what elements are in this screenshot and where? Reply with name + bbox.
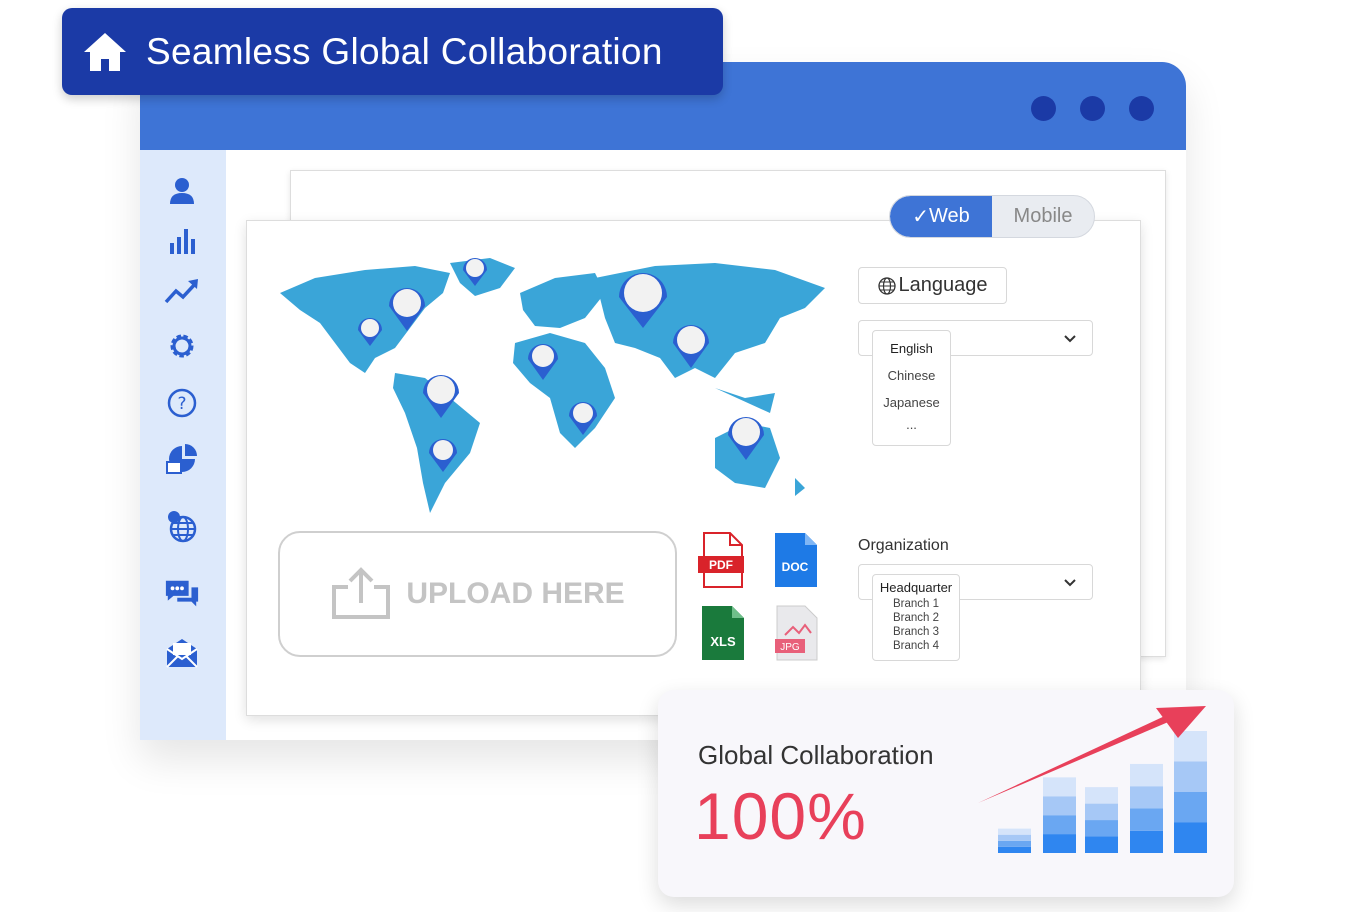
- language-option[interactable]: Japanese: [873, 395, 950, 417]
- svg-text:DOC: DOC: [782, 560, 809, 574]
- window-dot[interactable]: [1080, 96, 1105, 121]
- organization-option[interactable]: Headquarter: [873, 580, 959, 598]
- stat-card: Global Collaboration 100%: [658, 690, 1234, 897]
- sidebar: ?: [140, 150, 226, 740]
- svg-text:PDF: PDF: [709, 558, 733, 572]
- title-banner: Seamless Global Collaboration: [62, 8, 723, 95]
- toggle-mobile[interactable]: Mobile: [992, 196, 1094, 237]
- upload-icon: [332, 567, 391, 619]
- organization-option[interactable]: Branch 1: [873, 598, 959, 612]
- chart-bar: [1174, 731, 1207, 853]
- chart-bar: [1130, 763, 1163, 853]
- banner-title: Seamless Global Collaboration: [146, 30, 663, 72]
- stat-title: Global Collaboration: [698, 740, 934, 770]
- stat-value: 100%: [694, 779, 867, 853]
- doc-file-icon[interactable]: DOC: [773, 532, 819, 588]
- mail-icon[interactable]: [164, 634, 200, 670]
- window-dot[interactable]: [1031, 96, 1056, 121]
- svg-text:?: ?: [177, 394, 186, 414]
- jpg-file-icon[interactable]: JPG: [773, 605, 819, 661]
- upload-dropzone[interactable]: UPLOAD HERE: [278, 531, 677, 657]
- map-africa: [513, 333, 615, 448]
- bar-chart-icon[interactable]: [164, 223, 200, 259]
- pie-chart-icon[interactable]: [164, 441, 200, 477]
- xls-file-icon[interactable]: XLS: [700, 605, 746, 661]
- check-icon: ✓: [912, 206, 929, 228]
- language-button[interactable]: Language: [858, 267, 1007, 304]
- pdf-file-icon[interactable]: PDF: [698, 532, 744, 588]
- svg-text:JPG: JPG: [780, 642, 800, 653]
- chat-icon[interactable]: [164, 576, 200, 612]
- chevron-down-icon: [1064, 335, 1076, 343]
- trend-up-icon[interactable]: [164, 273, 200, 309]
- organization-option[interactable]: Branch 3: [873, 626, 959, 640]
- chart-bar: [1043, 777, 1076, 853]
- chart-bar: [1085, 787, 1118, 853]
- home-icon: [84, 32, 126, 71]
- view-toggle[interactable]: ✓ Web Mobile: [889, 195, 1095, 238]
- language-option[interactable]: ...: [873, 417, 950, 432]
- globe-icon: [877, 276, 896, 295]
- toggle-web[interactable]: ✓ Web: [890, 196, 992, 237]
- gear-icon[interactable]: [164, 328, 200, 364]
- map-indonesia: [715, 388, 775, 413]
- organization-dropdown-list: Headquarter Branch 1 Branch 2 Branch 3 B…: [872, 574, 960, 661]
- globe-network-icon[interactable]: [164, 508, 200, 544]
- language-option[interactable]: Chinese: [873, 368, 950, 395]
- svg-text:XLS: XLS: [710, 634, 736, 649]
- user-icon[interactable]: [164, 173, 200, 209]
- chevron-down-icon: [1064, 579, 1076, 587]
- organization-label: Organization: [858, 537, 949, 554]
- world-map: [280, 258, 825, 513]
- map-europe: [520, 273, 605, 328]
- window-dot[interactable]: [1129, 96, 1154, 121]
- organization-option[interactable]: Branch 4: [873, 640, 959, 654]
- help-icon[interactable]: ?: [164, 385, 200, 421]
- language-dropdown-list: English Chinese Japanese ...: [872, 330, 951, 446]
- organization-option[interactable]: Branch 2: [873, 612, 959, 626]
- language-option[interactable]: English: [873, 341, 950, 368]
- chart-bar: [998, 828, 1031, 853]
- growth-chart: [978, 706, 1207, 853]
